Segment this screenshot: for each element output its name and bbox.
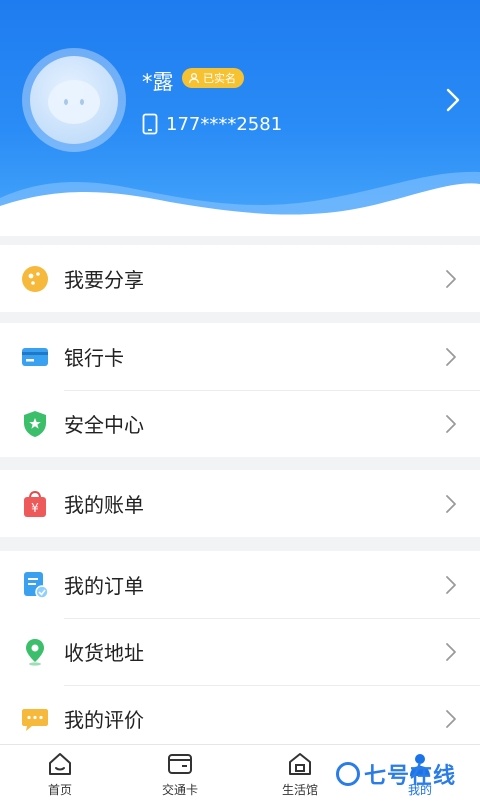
chevron-right-icon [446, 709, 456, 728]
nav-label: 交通卡 [161, 783, 198, 797]
avatar[interactable] [30, 56, 118, 144]
menu-item-security-center[interactable]: 安全中心 [0, 390, 480, 457]
menu-item-my-reviews[interactable]: 我的评价 [0, 685, 480, 752]
chevron-right-icon [446, 494, 456, 513]
menu-label: 银行卡 [64, 346, 124, 370]
menu-group-share: 我要分享 [0, 245, 480, 312]
store-icon [289, 753, 311, 775]
nav-transit-card[interactable]: 交通卡 [140, 745, 220, 801]
svg-text:¥: ¥ [31, 501, 39, 515]
nav-home[interactable]: 首页 [20, 745, 100, 801]
verified-label: 已实名 [203, 72, 236, 85]
shield-icon [24, 410, 46, 437]
watermark-text: 七号在线 [364, 764, 457, 789]
nav-label: 首页 [47, 783, 72, 797]
phone-row: 177****2581 [142, 113, 282, 135]
location-pin-icon [26, 638, 44, 666]
menu-label: 我的账单 [64, 493, 144, 517]
avatar-ring[interactable] [22, 48, 126, 152]
menu-group-account: 银行卡 安全中心 [0, 323, 480, 457]
card-icon [168, 754, 192, 774]
chevron-right-icon [446, 269, 456, 288]
order-list-icon [24, 571, 49, 599]
header-wave [0, 171, 480, 236]
menu-group-bill: ¥ 我的账单 [0, 470, 480, 537]
menu-label: 收货地址 [64, 641, 144, 665]
menu-label: 我要分享 [64, 268, 144, 292]
watermark-logo-icon [336, 762, 360, 786]
bank-card-icon [22, 347, 48, 366]
menu-item-shipping-address[interactable]: 收货地址 [0, 618, 480, 685]
chevron-right-icon [446, 414, 456, 433]
site-watermark: 七号在线 [336, 758, 456, 790]
menu-label: 我的订单 [64, 574, 144, 598]
chevron-right-icon [446, 642, 456, 661]
nav-life-hall[interactable]: 生活馆 [260, 745, 340, 801]
verified-badge: 已实名 [182, 68, 244, 88]
menu-label: 我的评价 [64, 708, 144, 732]
phone-number: 177****2581 [166, 113, 283, 135]
shopping-bag-icon: ¥ [24, 490, 46, 517]
chevron-right-icon [446, 347, 456, 366]
user-check-icon [188, 72, 200, 84]
phone-icon [142, 113, 158, 135]
chevron-right-icon[interactable] [443, 88, 463, 112]
menu-item-bank-card[interactable]: 银行卡 [0, 323, 480, 390]
nav-label: 生活馆 [281, 783, 318, 797]
menu-item-my-bill[interactable]: ¥ 我的账单 [0, 470, 480, 537]
user-name: *露 [142, 70, 174, 94]
share-icon [22, 265, 48, 292]
profile-header[interactable]: *露 已实名 177****2581 [0, 0, 480, 236]
home-icon [49, 753, 71, 775]
menu-group-orders: 我的订单 收货地址 我的评价 [0, 551, 480, 752]
menu-label: 安全中心 [64, 413, 144, 437]
comment-icon [22, 708, 48, 731]
menu-item-my-orders[interactable]: 我的订单 [0, 551, 480, 618]
chevron-right-icon [446, 575, 456, 594]
menu-item-share[interactable]: 我要分享 [0, 245, 480, 312]
avatar-face-icon [48, 80, 100, 124]
